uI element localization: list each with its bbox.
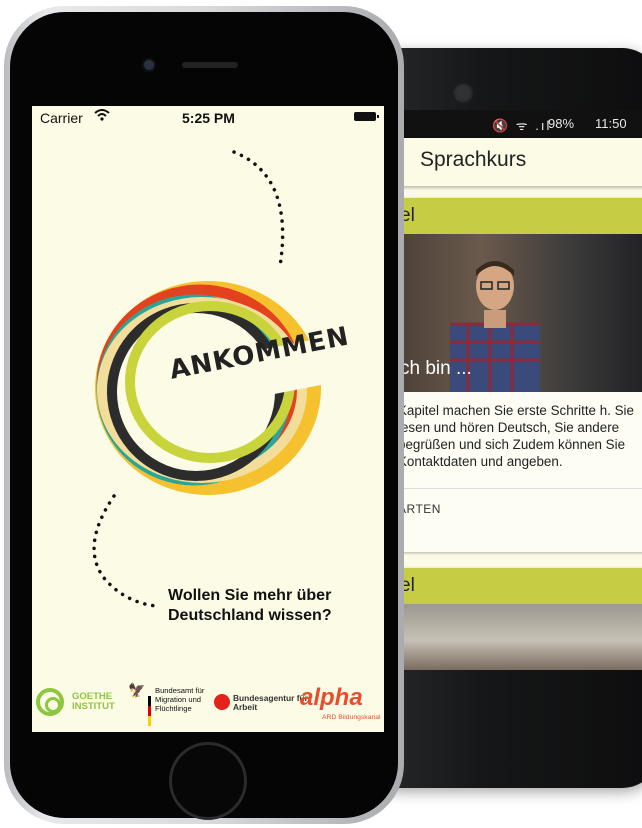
eagle-icon: 🦅 xyxy=(128,682,146,698)
iphone-screen: Carrier 5:25 PM ANKOMMEN Wollen Sie mehr… xyxy=(32,106,384,732)
android-screen: 🔇 ᯤ .ıl 98% 11:50 Sprachkurs el ch bin .… xyxy=(400,110,642,670)
chapter-description: Kapitel machen Sie erste Schritte h. Sie… xyxy=(400,403,634,469)
front-camera-icon xyxy=(144,60,154,70)
status-icons: 🔇 ᯤ .ıl xyxy=(492,118,552,133)
front-camera-icon xyxy=(452,82,474,104)
alpha-wordmark: alpha xyxy=(300,684,363,711)
chapter-photo: ch bin ... xyxy=(400,234,642,392)
chapter-card[interactable]: el ch bin ... Kapitel machen Sie erste S… xyxy=(400,198,642,552)
start-button[interactable]: ARTEN xyxy=(400,488,642,529)
chapter-card-2-header: el xyxy=(400,568,642,604)
app-bar-title: Sprachkurs xyxy=(420,148,527,171)
ankommen-logo-icon xyxy=(92,150,344,608)
german-flag-icon xyxy=(148,696,151,726)
tagline: Wollen Sie mehr über Deutschland wissen? xyxy=(168,587,332,624)
earpiece-icon xyxy=(182,62,238,68)
goethe-label: GOETHE INSTITUT xyxy=(72,691,115,712)
app-bar: Sprachkurs xyxy=(400,138,642,186)
chapter-card-header: el xyxy=(400,198,642,234)
iphone: Carrier 5:25 PM ANKOMMEN Wollen Sie mehr… xyxy=(4,6,404,824)
alpha-sub-label: ARD Bildungskanal xyxy=(322,714,381,721)
partner-logos: GOETHE INSTITUT 🦅 Bundesamt für Migratio… xyxy=(32,680,384,730)
chapter-card-2[interactable]: el xyxy=(400,568,642,670)
ba-mark-icon xyxy=(214,694,230,710)
status-time: 11:50 xyxy=(595,116,627,131)
android-status-bar: 🔇 ᯤ .ıl 98% 11:50 xyxy=(400,110,642,138)
goethe-ring-icon xyxy=(36,688,64,716)
home-button[interactable] xyxy=(169,742,247,820)
battery-percent: 98% xyxy=(548,116,575,131)
photo-caption: ch bin ... xyxy=(400,358,472,379)
street-photo xyxy=(400,604,642,670)
